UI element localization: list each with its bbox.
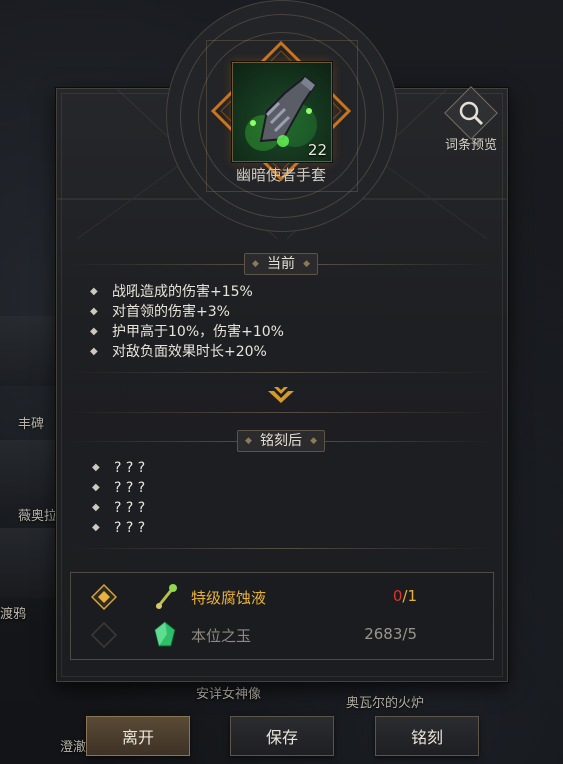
after-attribute-list: ◆ ? ? ? ◆ ? ? ? ◆ ? ? ? ◆ ? ? ? xyxy=(92,458,145,538)
material-need-1: /1 xyxy=(402,587,417,605)
bullet-icon: ◆ xyxy=(92,482,100,493)
materials-box: 特级腐蚀液 0/1 本位之玉 2683/5 xyxy=(70,572,494,660)
after-attribute-text: ? ? ? xyxy=(114,520,146,536)
after-attribute: ◆ ? ? ? xyxy=(92,498,145,518)
background-thumbnail-1 xyxy=(0,316,56,386)
after-attribute-text: ? ? ? xyxy=(114,500,146,516)
bullet-icon: ◆ xyxy=(92,502,100,513)
current-attribute: ◆ 对敌负面效果时长+20% xyxy=(90,342,284,362)
current-attribute: ◆ 战吼造成的伤害+15% xyxy=(90,282,284,302)
background-label-4: 安详女神像 xyxy=(196,687,262,702)
after-attribute-text: ? ? ? xyxy=(114,460,146,476)
after-header: 铭刻后 xyxy=(56,430,506,452)
after-attribute: ◆ ? ? ? xyxy=(92,518,145,538)
bullet-icon: ◆ xyxy=(92,462,100,473)
background-label-3: 渡鸦 xyxy=(0,607,27,622)
checkbox-checked-icon[interactable] xyxy=(91,584,117,610)
after-attribute-text: ? ? ? xyxy=(114,480,146,496)
material-name-2: 本位之玉 xyxy=(191,627,252,645)
bullet-icon: ◆ xyxy=(90,286,98,297)
background-thumbnail-3 xyxy=(0,528,56,598)
preview-button[interactable]: 词条预览 xyxy=(440,86,502,153)
divider xyxy=(70,548,492,549)
bullet-icon: ◆ xyxy=(90,326,98,337)
background-label-5: 奥瓦尔的火炉 xyxy=(346,696,425,711)
bullet-icon: ◆ xyxy=(90,346,98,357)
material-row-2[interactable]: 本位之玉 2683/5 xyxy=(71,617,493,653)
material-qty-1: 0/1 xyxy=(393,587,417,605)
after-attribute: ◆ ? ? ? xyxy=(92,458,145,478)
save-button[interactable]: 保存 xyxy=(230,716,334,756)
after-attribute: ◆ ? ? ? xyxy=(92,478,145,498)
current-attribute: ◆ 对首领的伤害+3% xyxy=(90,302,284,322)
background-thumbnail-2 xyxy=(0,440,56,510)
engrave-button[interactable]: 铭刻 xyxy=(375,716,479,756)
material-row-1[interactable]: 特级腐蚀液 0/1 xyxy=(71,579,493,615)
current-attribute-text: 护甲高于10%，伤害+10% xyxy=(112,324,284,340)
material-have-1: 0 xyxy=(392,587,403,605)
item-count: 22 xyxy=(307,141,327,159)
magnifier-icon xyxy=(459,101,484,126)
green-crystal-icon xyxy=(154,621,176,647)
background-label-1: 丰碑 xyxy=(18,417,45,432)
current-header: 当前 xyxy=(56,253,506,275)
chevron-down-icon xyxy=(268,387,294,403)
background-label-6: 澄澈 xyxy=(60,740,87,755)
corrosion-vial-icon xyxy=(155,584,177,609)
item-name: 幽暗使者手套 xyxy=(235,166,326,184)
leave-button[interactable]: 离开 xyxy=(86,716,190,756)
current-attribute-list: ◆ 战吼造成的伤害+15% ◆ 对首领的伤害+3% ◆ 护甲高于10%，伤害+10% … xyxy=(90,282,284,362)
background-label-2: 薇奥拉 xyxy=(18,509,58,524)
divider xyxy=(70,372,492,373)
bullet-icon: ◆ xyxy=(90,306,98,317)
after-header-label: 铭刻后 xyxy=(237,430,325,452)
current-attribute-text: 对敌负面效果时长+20% xyxy=(112,344,267,360)
bullet-icon: ◆ xyxy=(92,522,100,533)
current-attribute: ◆ 护甲高于10%，伤害+10% xyxy=(90,322,284,342)
checkbox-empty-icon[interactable] xyxy=(91,622,117,648)
current-attribute-text: 对首领的伤害+3% xyxy=(112,304,230,320)
material-qty-2: 2683/5 xyxy=(364,625,417,643)
item-slot[interactable]: 22 xyxy=(232,62,332,162)
current-attribute-text: 战吼造成的伤害+15% xyxy=(112,284,253,300)
material-name-1: 特级腐蚀液 xyxy=(191,589,267,607)
divider xyxy=(70,412,492,413)
preview-frame xyxy=(444,86,498,140)
current-header-label: 当前 xyxy=(244,253,318,275)
